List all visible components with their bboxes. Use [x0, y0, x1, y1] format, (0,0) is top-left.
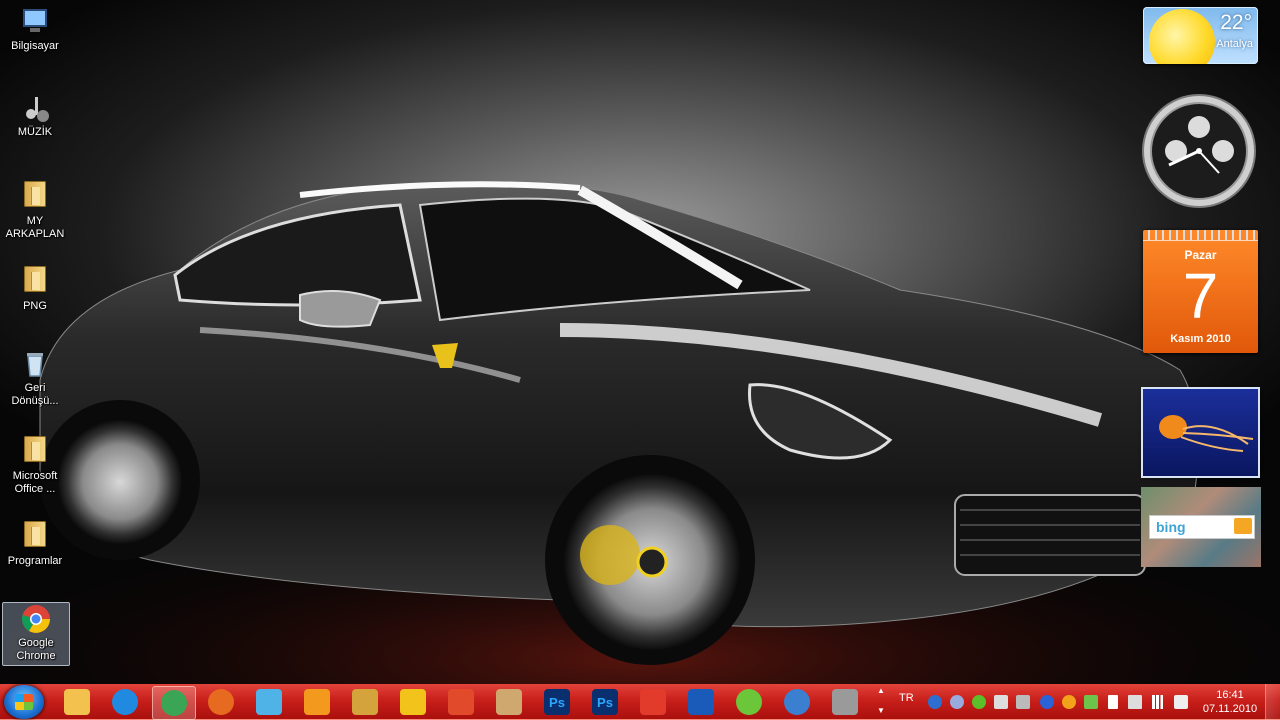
- calendar-gadget[interactable]: Pazar 7 Kasım 2010: [1143, 230, 1258, 353]
- bing-logo: bing: [1156, 519, 1186, 535]
- signal-strength-icon[interactable]: [1152, 695, 1166, 709]
- wallpaper-ferrari: [0, 181, 1280, 684]
- desktop-icon-programlar[interactable]: Programlar: [2, 518, 68, 568]
- clock-date: 07.11.2010: [1202, 703, 1258, 715]
- paint-icon: [496, 689, 522, 715]
- burn-icon: [448, 689, 474, 715]
- desktop-icon-computer[interactable]: Bilgisayar: [2, 6, 68, 53]
- avast-icon: [784, 689, 810, 715]
- photoshop-icon: Ps: [544, 689, 570, 715]
- clock-gadget[interactable]: [1141, 93, 1258, 210]
- avast-tray-icon[interactable]: [928, 695, 942, 709]
- desktop-icon-label: Google Chrome: [16, 637, 56, 662]
- taskbar-button-photoshop-2[interactable]: Ps: [584, 686, 626, 718]
- recycle-bin-icon: [19, 348, 51, 380]
- taskbar-clock[interactable]: 16:41 07.11.2010: [1200, 688, 1260, 716]
- chrome-icon: [20, 603, 52, 635]
- clock-time: 16:41: [1216, 689, 1244, 701]
- taskbar-button-windows-explorer[interactable]: [56, 686, 98, 718]
- bing-search-box[interactable]: bing: [1149, 515, 1255, 539]
- firefox-icon: [208, 689, 234, 715]
- device-tray-icon[interactable]: [994, 695, 1008, 709]
- display-tray-icon[interactable]: [1128, 695, 1142, 709]
- folder-icon: [19, 266, 51, 298]
- desktop-icon-google-chrome[interactable]: Google Chrome: [2, 602, 70, 666]
- taskbar-button-photoshop[interactable]: Ps: [536, 686, 578, 718]
- desktop-icon-label: PNG: [23, 300, 47, 312]
- chrome-icon: [161, 690, 187, 716]
- windows-logo-icon: [15, 694, 33, 710]
- calendar-month-year: Kasım 2010: [1170, 333, 1231, 345]
- messenger-icon: [256, 689, 282, 715]
- usb-tray-icon[interactable]: [1016, 695, 1030, 709]
- calendar-day-number: 7: [1182, 260, 1219, 332]
- weather-temperature: 22°: [1220, 11, 1252, 34]
- photoshop-icon-2: Ps: [592, 689, 618, 715]
- folder-icon: [19, 521, 51, 553]
- desktop-icon-muzik[interactable]: MÜZİK: [2, 92, 68, 139]
- analog-clock-icon: [1142, 94, 1256, 208]
- desktop-icon-label: Bilgisayar: [11, 40, 59, 52]
- bing-search-gadget[interactable]: bing: [1141, 487, 1261, 567]
- action-center-flag-icon[interactable]: [1108, 695, 1118, 709]
- green-tray-icon[interactable]: [972, 695, 986, 709]
- folder-icon: [19, 436, 51, 468]
- folder-icon: [19, 181, 51, 213]
- start-button[interactable]: [4, 685, 44, 719]
- taskbar-button-messenger[interactable]: [248, 686, 290, 718]
- update-tray-icon[interactable]: [1062, 695, 1076, 709]
- window-capture-icon: [688, 689, 714, 715]
- winamp-icon: [400, 689, 426, 715]
- desktop-icon-my-arkaplan[interactable]: MY ARKAPLAN: [2, 178, 68, 241]
- office-icon: [640, 689, 666, 715]
- desktop-icon-column: Bilgisayar MÜZİK MY ARKAPLAN PNG Geri Dö…: [0, 0, 70, 684]
- taskbar-button-archive[interactable]: [344, 686, 386, 718]
- show-desktop-button[interactable]: [1265, 684, 1280, 720]
- taskbar-button-media-player[interactable]: [296, 686, 338, 718]
- desktop-icon-png[interactable]: PNG: [2, 263, 68, 313]
- taskbar-button-counter-strike[interactable]: [824, 686, 866, 718]
- desktop-icon-label: Microsoft Office ...: [12, 470, 58, 495]
- taskbar-button-office[interactable]: [632, 686, 674, 718]
- network-share-tray-icon[interactable]: [950, 695, 964, 709]
- weather-city: Antalya: [1216, 38, 1253, 50]
- search-icon[interactable]: [1234, 518, 1252, 534]
- taskbar-button-internet-explorer[interactable]: [104, 686, 146, 718]
- weather-gadget[interactable]: 22° Antalya: [1143, 7, 1258, 64]
- desktop-icon-label: Programlar: [7, 555, 63, 567]
- language-indicator[interactable]: TR: [899, 692, 914, 704]
- taskbar-button-paint[interactable]: [488, 686, 530, 718]
- counter-strike-icon: [832, 689, 858, 715]
- desktop-icon-microsoft-office[interactable]: Microsoft Office ...: [2, 433, 68, 496]
- security-tray-icon[interactable]: [1084, 695, 1098, 709]
- taskbar-scroll-arrows[interactable]: ▲ ▼: [876, 686, 886, 718]
- volume-icon[interactable]: [1174, 695, 1188, 709]
- windows-explorer-icon: [64, 689, 90, 715]
- taskbar-button-winamp[interactable]: [392, 686, 434, 718]
- desktop-icon-label: MÜZİK: [17, 126, 53, 138]
- taskbar-button-window-capture[interactable]: [680, 686, 722, 718]
- desktop-icon-label: Geri Dönüşü...: [11, 382, 59, 407]
- jellyfish-image: [1159, 415, 1254, 452]
- media-player-icon: [304, 689, 330, 715]
- taskbar-button-burn[interactable]: [440, 686, 482, 718]
- slideshow-gadget[interactable]: [1143, 389, 1258, 476]
- taskbar: Ps Ps ▲ ▼ TR 16:41 07.11.2010: [0, 684, 1280, 720]
- archive-icon: [352, 689, 378, 715]
- taskbar-button-avast[interactable]: [776, 686, 818, 718]
- computer-icon: [19, 6, 51, 38]
- taskbar-button-globe[interactable]: [728, 686, 770, 718]
- calendar-rings: [1143, 230, 1258, 241]
- desktop-icon-label: MY ARKAPLAN: [5, 215, 65, 240]
- globe-icon: [736, 689, 762, 715]
- music-folder-icon: [19, 92, 51, 124]
- desktop-icon-recycle-bin[interactable]: Geri Dönüşü...: [2, 348, 68, 408]
- sun-icon: [1149, 9, 1215, 64]
- taskbar-button-firefox[interactable]: [200, 686, 242, 718]
- internet-explorer-icon: [112, 689, 138, 715]
- taskbar-button-chrome[interactable]: [152, 686, 196, 720]
- bluetooth-tray-icon[interactable]: [1040, 695, 1054, 709]
